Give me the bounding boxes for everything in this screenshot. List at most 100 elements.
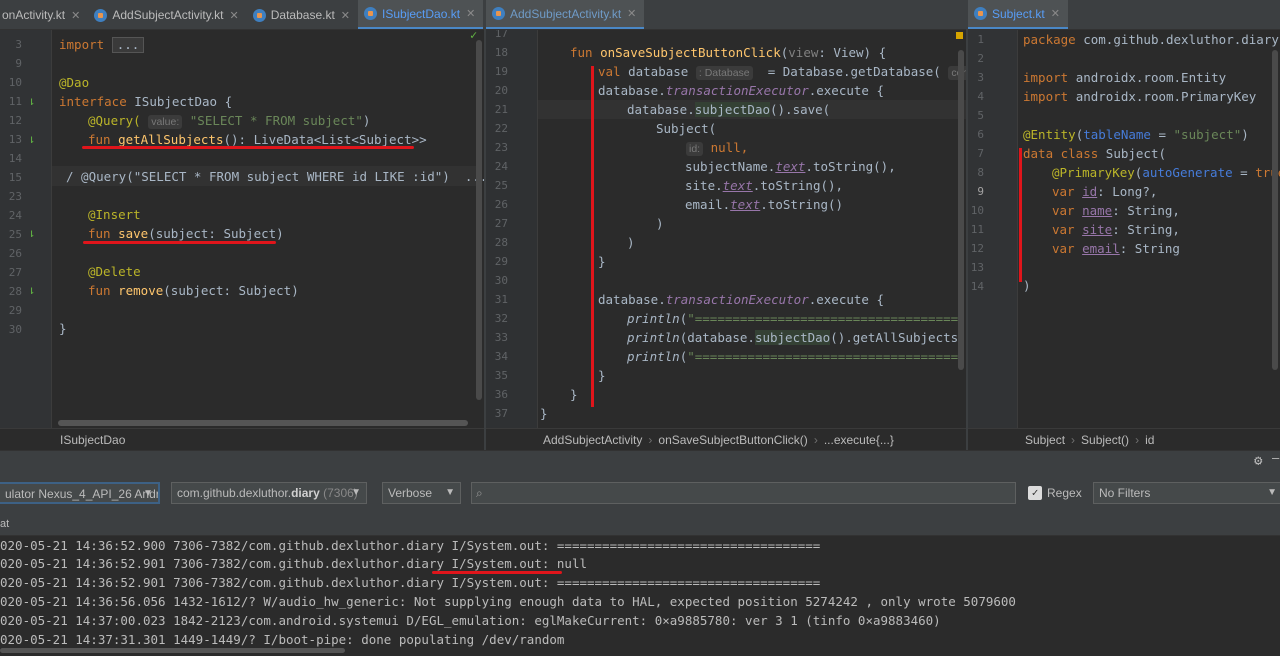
tab-addsubjectactivity[interactable]: AddSubjectActivity.kt ✕ (88, 0, 246, 29)
close-icon[interactable]: ✕ (230, 9, 239, 22)
right-editor[interactable]: 1 2 3 4 5 6 7 8 9 10 11 12 13 14 package com.github.d… (968, 30, 1280, 428)
breadcrumb-item[interactable]: AddSubjectActivity (543, 433, 642, 447)
property: text (775, 159, 806, 174)
code-line-1: package com.github.dexluthor.diary.e (1023, 30, 1280, 49)
code-line-10: var name: String, (1052, 201, 1180, 220)
horizontal-scrollbar[interactable] (58, 420, 468, 426)
log-line: 020-05-21 14:36:52.901 7306-7382/com.git… (0, 575, 821, 590)
call: ().save( (770, 102, 831, 117)
impl-icon[interactable]: ⇂ (28, 226, 35, 240)
fold-marker[interactable]: ... (111, 37, 145, 53)
impl-icon[interactable]: ⇂ (28, 283, 35, 297)
vertical-scrollbar[interactable] (1272, 50, 1278, 370)
type-hint: : Database (695, 66, 753, 80)
impl-icon[interactable]: ⇂ (28, 132, 35, 146)
logcat-tab[interactable]: at (0, 518, 9, 530)
horizontal-scrollbar[interactable] (0, 648, 345, 653)
warning-marker (956, 32, 963, 39)
logcat-output[interactable]: 020-05-21 14:36:52.900 7306-7382/com.git… (0, 536, 1280, 656)
line-number: 23 (494, 141, 508, 154)
identifier: ISubjectDao { (134, 94, 233, 109)
code-line-28: ) (627, 235, 635, 250)
line-number: 25 (8, 228, 22, 241)
code-line-21: database.subjectDao().save( (627, 100, 830, 119)
impl-icon[interactable]: ⇂ (28, 94, 35, 108)
line-number: 29 (8, 304, 22, 317)
package-name: diary (291, 486, 320, 500)
code-line-22: Subject( (656, 121, 717, 136)
line-number: 15 (8, 171, 22, 184)
line-number: 20 (494, 84, 508, 97)
dropdown-arrow-icon: ▼ (445, 487, 455, 498)
property: transactionExecutor (665, 292, 809, 307)
function-call: println (627, 311, 680, 326)
line-number: 3 (977, 71, 984, 84)
code-line-19: val database : Database = Database.getDa… (598, 62, 966, 81)
line-number: 25 (494, 179, 508, 192)
mid-editor[interactable]: 17 18 19 20 21 22 23 24 25 26 27 28 29 30 31 32 33 34 35 36… (486, 30, 966, 428)
breadcrumb-item[interactable]: id (1145, 433, 1154, 447)
line-number: 24 (8, 209, 22, 222)
log-line: 020-05-21 14:36:52.900 7306-7382/com.git… (0, 538, 821, 553)
keyword: null, (710, 140, 749, 155)
string: "SELECT * FROM subject" (189, 113, 363, 128)
keyword: var (1052, 203, 1075, 218)
close-icon[interactable]: ✕ (341, 9, 350, 22)
line-number: 12 (970, 242, 984, 255)
package-select[interactable]: com.github.dexluthor.diary (7306) ▼ (171, 482, 367, 504)
tab-database[interactable]: Database.kt ✕ (247, 0, 358, 29)
signature: (subject: Subject) (163, 283, 299, 298)
call: .execute { (808, 83, 884, 98)
breadcrumb-item[interactable]: onSaveSubjectButtonClick() (658, 433, 807, 447)
package-name: com.github.dexluthor.diary.e (1083, 32, 1280, 47)
kotlin-file-icon (492, 7, 505, 20)
vertical-scrollbar[interactable] (476, 40, 482, 400)
tab-isubjectdao[interactable]: ISubjectDao.kt ✕ (358, 0, 484, 29)
device-select[interactable]: ulator Nexus_4_API_26 Andro ▼ (0, 482, 160, 504)
underline-annotation (432, 571, 562, 574)
line-number: 37 (494, 407, 508, 420)
close-icon[interactable]: ✕ (1051, 7, 1060, 20)
dropdown-arrow-icon: ▼ (143, 488, 153, 499)
left-editor[interactable]: 3 9 10 11 12 13 14 15 23 24 25 26 27 28 29 30 import ..… (0, 30, 484, 428)
underline-annotation (82, 146, 414, 149)
code-line-31: database.transactionExecutor.execute { (598, 290, 884, 309)
signature: (): LiveData<List<Subject>> (223, 132, 427, 147)
close-icon[interactable]: ✕ (627, 7, 636, 20)
tab-subject[interactable]: Subject.kt ✕ (968, 0, 1068, 29)
filter-select[interactable]: No Filters ▼ (1093, 482, 1280, 504)
paren: ) (362, 113, 371, 128)
vertical-scrollbar[interactable] (958, 50, 964, 370)
right-tab-bar: Subject.kt ✕ (968, 0, 1280, 30)
dropdown-arrow-icon: ▼ (351, 487, 361, 498)
param: autoGenerate (1142, 165, 1233, 180)
close-icon[interactable]: ✕ (466, 7, 475, 20)
breadcrumb-item[interactable]: ...execute{...} (824, 433, 894, 447)
tab-label: AddSubjectActivity.kt (510, 6, 622, 21)
identifier: subjectName. (685, 159, 776, 174)
regex-label: Regex (1047, 486, 1082, 500)
regex-checkbox[interactable]: ✓ (1028, 486, 1042, 500)
code-line-14: ) (1023, 278, 1031, 293)
keyword: interface (59, 94, 127, 109)
line-number: 29 (494, 255, 508, 268)
minimize-icon[interactable]: – (1272, 451, 1279, 465)
log-line: 020-05-21 14:36:56.056 1432-1612/? W/aud… (0, 594, 1016, 609)
code-line-35: } (598, 368, 606, 383)
tab-addsubjectactivity-mid[interactable]: AddSubjectActivity.kt ✕ (486, 0, 645, 29)
keyword: var (1052, 184, 1075, 199)
breadcrumb-item[interactable]: Subject() (1081, 433, 1129, 447)
tab-onactivity[interactable]: onActivity.kt ✕ (0, 0, 88, 29)
code-line-27: @Delete (88, 264, 141, 279)
breadcrumb-item[interactable]: Subject (1025, 433, 1065, 447)
gear-icon[interactable]: ⚙ (1254, 453, 1262, 469)
function-call: println (627, 330, 680, 345)
code-line-15[interactable]: / @Query("SELECT * FROM subject WHERE id… (66, 167, 484, 186)
call: .toString(), (805, 159, 896, 174)
log-level-select[interactable]: Verbose ▼ (382, 482, 461, 504)
close-icon[interactable]: ✕ (71, 9, 80, 22)
line-number: 17 (494, 30, 508, 40)
breadcrumb-item[interactable]: ISubjectDao (60, 433, 125, 447)
code-line-26: email.text.toString() (685, 195, 843, 214)
log-search-input[interactable]: ⌕ (471, 482, 1016, 504)
